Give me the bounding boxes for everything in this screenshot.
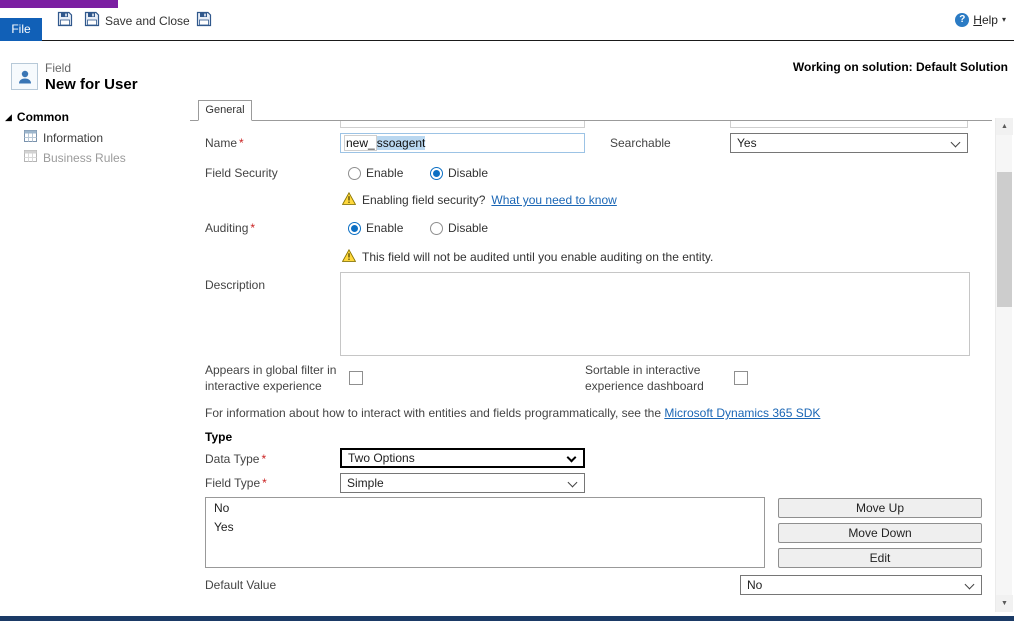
chevron-down-icon: [567, 453, 577, 463]
save-icon: [57, 11, 73, 30]
data-type-value: Two Options: [348, 451, 415, 465]
page-title: New for User: [45, 76, 138, 93]
collapse-triangle-icon: ◢: [5, 113, 12, 122]
save-and-close-icon: [84, 11, 100, 30]
sortable-checkbox[interactable]: [734, 371, 748, 385]
sdk-text: For information about how to interact wi…: [205, 406, 664, 420]
sidebar-item-information[interactable]: Information: [24, 130, 103, 145]
searchable-dropdown[interactable]: Yes: [730, 133, 968, 153]
help-label: Help: [973, 13, 998, 27]
sdk-link[interactable]: Microsoft Dynamics 365 SDK: [664, 406, 820, 420]
scroll-up-arrow[interactable]: ▲: [996, 118, 1013, 135]
field-security-enable-radio[interactable]: Enable: [348, 166, 403, 180]
field-security-disable-radio[interactable]: Disable: [430, 166, 488, 180]
top-toolbar: Save and Close ? Help ▾ File: [0, 0, 1014, 41]
name-input[interactable]: new_ssoagent: [340, 133, 585, 153]
sidebar-section-label: Common: [17, 110, 69, 124]
name-prefix: new_: [344, 135, 377, 151]
dynamics-field-editor-window: Save and Close ? Help ▾ File Field: [0, 0, 1014, 626]
chevron-down-icon: [568, 478, 578, 488]
field-security-label: Field Security: [205, 166, 278, 180]
auditing-disable-radio[interactable]: Disable: [430, 221, 488, 235]
option-item-yes[interactable]: Yes: [206, 517, 764, 536]
sidebar-item-label: Information: [43, 131, 103, 145]
data-type-label: Data Type*: [205, 452, 266, 466]
warning-text: Enabling field security?: [362, 193, 485, 207]
required-marker: *: [239, 136, 244, 150]
required-marker: *: [261, 452, 266, 466]
type-section-header: Type: [205, 430, 232, 444]
sdk-info-line: For information about how to interact wi…: [205, 406, 820, 420]
move-up-button[interactable]: Move Up: [778, 498, 982, 518]
sortable-label: Sortable in interactive experience dashb…: [585, 362, 735, 394]
help-menu[interactable]: ? Help ▾: [955, 13, 1006, 27]
global-filter-label: Appears in global filter in interactive …: [205, 362, 337, 394]
scrollbar-thumb[interactable]: [997, 172, 1012, 307]
edit-button[interactable]: Edit: [778, 548, 982, 568]
field-security-warning: Enabling field security? What you need t…: [342, 192, 617, 208]
radio-icon: [430, 222, 443, 235]
field-type-label: Field Type*: [205, 476, 267, 490]
table-icon: [24, 130, 37, 145]
default-value-label: Default Value: [205, 578, 276, 592]
global-filter-checkbox[interactable]: [349, 371, 363, 385]
name-value-selected: ssoagent: [377, 136, 426, 150]
searchable-label: Searchable: [610, 136, 671, 150]
vertical-scrollbar[interactable]: ▲ ▼: [995, 118, 1012, 612]
radio-label: Enable: [366, 166, 403, 180]
chevron-down-icon: [951, 138, 961, 148]
required-marker: *: [262, 476, 267, 490]
chevron-down-icon: [965, 580, 975, 590]
auditing-warning: This field will not be audited until you…: [342, 249, 713, 265]
auditing-enable-radio[interactable]: Enable: [348, 221, 403, 235]
sidebar-section-common[interactable]: ◢ Common: [5, 110, 69, 124]
warning-icon: [342, 249, 356, 265]
sidebar-item-business-rules[interactable]: Business Rules: [24, 150, 126, 165]
tab-general[interactable]: General: [198, 100, 252, 121]
clipped-field[interactable]: [340, 121, 585, 128]
business-rules-icon: [24, 150, 37, 165]
chevron-down-icon: ▾: [1002, 16, 1006, 24]
option-item-no[interactable]: No: [206, 498, 764, 517]
searchable-value: Yes: [737, 136, 757, 150]
radio-label: Disable: [448, 221, 488, 235]
radio-selected-icon: [348, 222, 361, 235]
name-label: Name*: [205, 136, 244, 150]
field-security-info-link[interactable]: What you need to know: [491, 193, 616, 207]
help-icon: ?: [955, 13, 969, 27]
data-type-dropdown[interactable]: Two Options: [340, 448, 585, 468]
field-type-dropdown[interactable]: Simple: [340, 473, 585, 493]
save-and-new-icon: [196, 11, 212, 30]
entity-type-label: Field: [45, 61, 71, 75]
description-label: Description: [205, 278, 265, 292]
file-tab[interactable]: File: [0, 18, 42, 41]
radio-icon: [348, 167, 361, 180]
form-content: General Name* new_ssoagent Searchable Ye…: [190, 100, 992, 612]
warning-icon: [342, 192, 356, 208]
save-and-new-button[interactable]: [196, 11, 212, 30]
default-value-dropdown[interactable]: No: [740, 575, 982, 595]
working-solution-label: Working on solution: Default Solution: [793, 60, 1008, 74]
radio-selected-icon: [430, 167, 443, 180]
bottom-status-bar: [0, 616, 1014, 621]
save-button[interactable]: [57, 11, 73, 30]
default-value-value: No: [747, 578, 762, 592]
save-and-close-label: Save and Close: [105, 14, 190, 28]
warning-text: This field will not be audited until you…: [362, 250, 713, 264]
sidebar-item-label: Business Rules: [43, 151, 126, 165]
field-entity-icon: [11, 63, 38, 90]
radio-label: Disable: [448, 166, 488, 180]
required-marker: *: [250, 221, 255, 235]
field-type-value: Simple: [347, 476, 384, 490]
save-and-close-button[interactable]: Save and Close: [84, 11, 190, 30]
description-textarea[interactable]: [340, 272, 970, 356]
auditing-label: Auditing*: [205, 221, 255, 235]
move-down-button[interactable]: Move Down: [778, 523, 982, 543]
radio-label: Enable: [366, 221, 403, 235]
tab-strip-divider: [190, 120, 992, 121]
scroll-down-arrow[interactable]: ▼: [996, 595, 1013, 612]
options-listbox[interactable]: No Yes: [205, 497, 765, 568]
clipped-field[interactable]: [730, 121, 968, 128]
title-accent-bar: [0, 0, 118, 8]
